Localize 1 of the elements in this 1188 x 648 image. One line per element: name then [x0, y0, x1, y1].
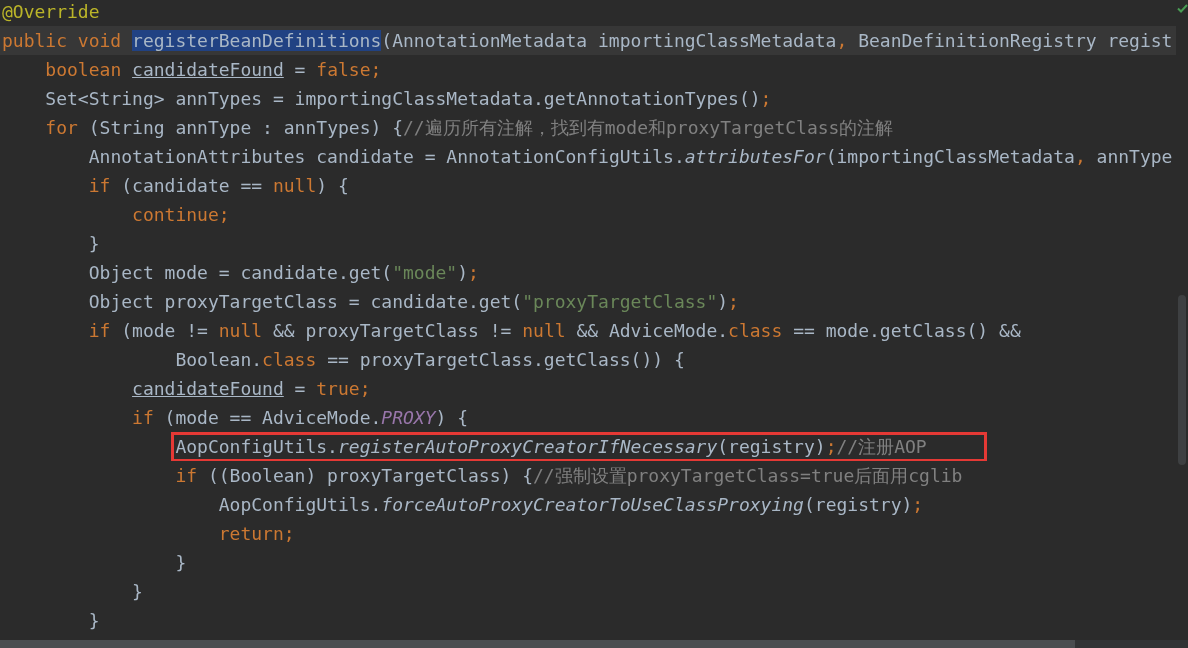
checkmark-icon[interactable]	[1176, 4, 1188, 13]
